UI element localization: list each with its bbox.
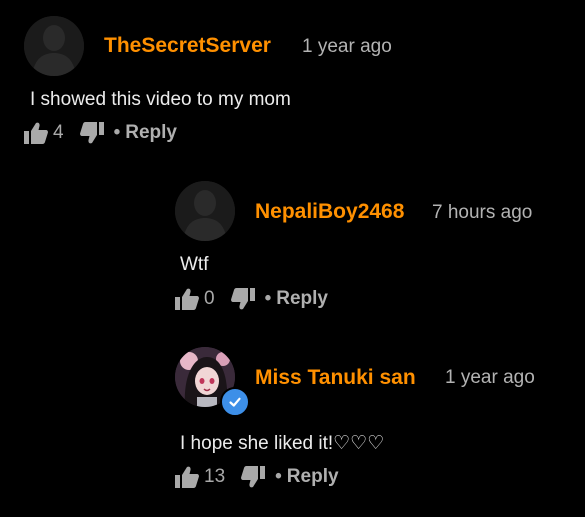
dislike-button[interactable] <box>241 466 266 488</box>
comment-username[interactable]: Miss Tanuki san <box>255 366 416 390</box>
verified-badge <box>220 387 250 417</box>
comment-text: I hope she liked it!♡♡♡ <box>180 433 385 454</box>
checkmark-icon <box>229 397 241 407</box>
reply-comment: Miss Tanuki san 1 year ago I hope she li… <box>0 0 585 517</box>
like-button[interactable]: 13 <box>175 466 225 488</box>
comment-timestamp: 1 year ago <box>445 367 535 388</box>
separator-dot: • <box>275 466 282 487</box>
like-count: 13 <box>204 466 226 487</box>
reply-button[interactable]: Reply <box>287 466 339 488</box>
comment-actions: 13 • Reply <box>175 464 339 490</box>
thumbs-up-icon <box>175 466 199 488</box>
thumbs-down-icon <box>241 466 266 488</box>
